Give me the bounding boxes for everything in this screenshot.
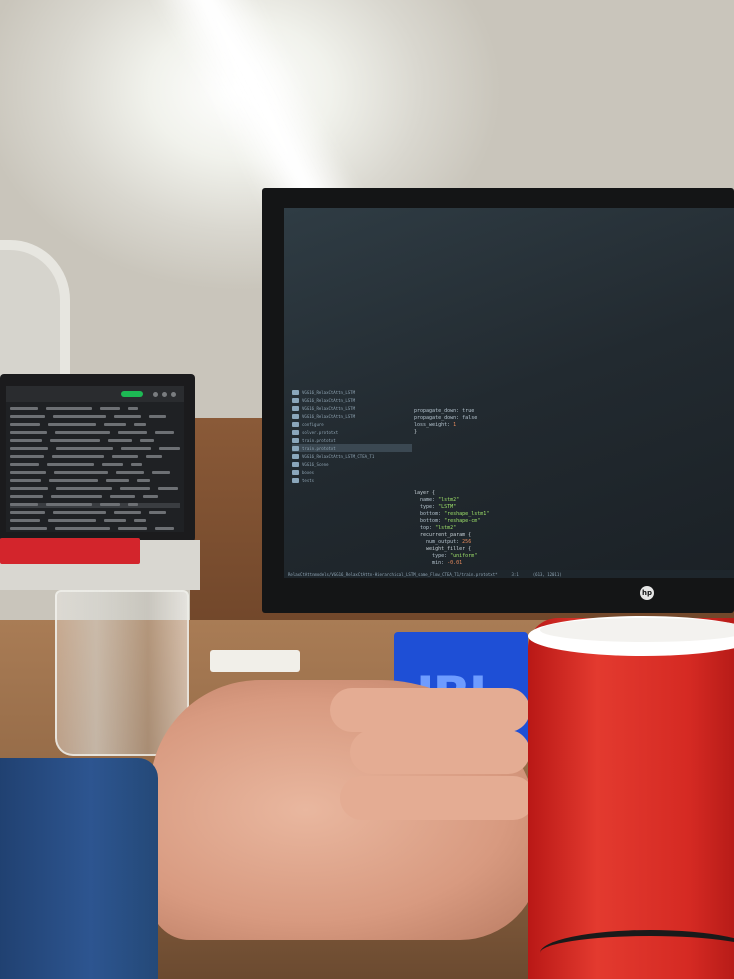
code-editor: VGG16_RelaxCtAttn_LSTM VGG16_RelaxCtAttn_… bbox=[284, 208, 734, 578]
playlist-row[interactable] bbox=[10, 431, 180, 436]
folder-icon bbox=[292, 429, 299, 435]
file-tree-item[interactable]: VGG16_RelaxCtAttn_LSTM bbox=[292, 404, 412, 412]
file-tree-item[interactable]: boxes bbox=[292, 468, 412, 476]
line-gutter bbox=[388, 358, 408, 364]
black-cable bbox=[540, 930, 734, 976]
file-tree-label: tests bbox=[302, 477, 315, 483]
folder-icon bbox=[292, 469, 299, 475]
playlist-row[interactable] bbox=[10, 447, 180, 452]
folder-icon bbox=[292, 389, 299, 395]
code-line: min: -0.01 bbox=[414, 560, 463, 566]
playlist-row[interactable] bbox=[10, 415, 180, 420]
file-tree-label: VGG16_RelaxCtAttn_LSTM_CTEA_T1 bbox=[302, 453, 375, 459]
folder-icon bbox=[292, 405, 299, 411]
laptop bbox=[0, 374, 195, 542]
status-path: RelaxCtAttnmodels/VGG16_RelaxCtAttn-Hier… bbox=[288, 571, 498, 577]
file-tree-item[interactable]: VGG16_RelaxCtAttn_LSTM bbox=[292, 388, 412, 396]
folder-icon bbox=[292, 397, 299, 403]
red-usb-hub bbox=[0, 538, 140, 564]
playlist-row[interactable] bbox=[10, 527, 180, 532]
playlist-row[interactable] bbox=[10, 455, 180, 460]
hp-logo: hp bbox=[640, 586, 654, 600]
code-line: layer { bbox=[414, 490, 436, 496]
desk-scene: VGG16_RelaxCtAttn_LSTM VGG16_RelaxCtAttn_… bbox=[0, 0, 734, 979]
file-tree-label: VGG16_Scene bbox=[302, 461, 329, 467]
file-tree-item[interactable]: VGG16_RelaxCtAttn_LSTM bbox=[292, 396, 412, 404]
playlist-row[interactable] bbox=[10, 503, 180, 508]
file-tree-label: boxes bbox=[302, 469, 315, 475]
file-tree-label: train.prototxt bbox=[302, 437, 336, 443]
monitor: VGG16_RelaxCtAttn_LSTM VGG16_RelaxCtAttn_… bbox=[262, 188, 734, 613]
playlist-row[interactable] bbox=[10, 479, 180, 484]
playlist-row[interactable] bbox=[10, 439, 180, 444]
playlist-row[interactable] bbox=[10, 407, 180, 412]
playlist-row[interactable] bbox=[10, 487, 180, 492]
blue-sleeve bbox=[0, 758, 158, 979]
finger bbox=[340, 776, 535, 820]
window-control-icon[interactable] bbox=[171, 391, 176, 397]
code-line: top: "lstm2" bbox=[414, 525, 457, 531]
code-line: bottom: "reshape-cm" bbox=[414, 518, 481, 524]
code-line: num_output: 256 bbox=[414, 539, 472, 545]
folder-icon bbox=[292, 421, 299, 427]
code-line: name: "lstm2" bbox=[414, 497, 460, 503]
folder-icon bbox=[292, 453, 299, 459]
file-tree-item[interactable]: VGG16_RelaxCtAttn_LSTM_CTEA_T1 bbox=[292, 452, 412, 460]
playlist-row[interactable] bbox=[10, 519, 180, 524]
status-bar: RelaxCtAttnmodels/VGG16_RelaxCtAttn-Hier… bbox=[284, 570, 734, 578]
play-button[interactable] bbox=[121, 391, 143, 397]
folder-icon bbox=[292, 413, 299, 419]
folder-icon bbox=[292, 437, 299, 443]
finger bbox=[350, 730, 530, 774]
code-line: type: "uniform" bbox=[414, 553, 478, 559]
file-tree-item[interactable]: tests bbox=[292, 476, 412, 484]
finger bbox=[330, 688, 530, 732]
file-tree-item[interactable]: VGG16_Scene bbox=[292, 460, 412, 468]
code-line: } bbox=[414, 429, 418, 435]
file-tree-item[interactable]: train.prototxt bbox=[292, 444, 412, 452]
status-size: (613, 12011) bbox=[532, 571, 562, 577]
status-position: 3:1 bbox=[511, 571, 519, 577]
window-control-icon[interactable] bbox=[162, 391, 167, 397]
file-tree: VGG16_RelaxCtAttn_LSTM VGG16_RelaxCtAttn_… bbox=[292, 388, 412, 568]
file-tree-item[interactable]: train.prototxt bbox=[292, 436, 412, 444]
laptop-screen bbox=[6, 386, 184, 532]
file-tree-label: VGG16_RelaxCtAttn_LSTM bbox=[302, 397, 355, 403]
playlist-row[interactable] bbox=[10, 463, 180, 468]
playlist-row[interactable] bbox=[10, 471, 180, 476]
white-power-strip bbox=[210, 650, 300, 672]
file-tree-label: solver.prototxt bbox=[302, 429, 339, 435]
file-tree-label: train.prototxt bbox=[302, 445, 336, 451]
code-line: recurrent_param { bbox=[414, 532, 472, 538]
file-tree-item[interactable]: solver.prototxt bbox=[292, 428, 412, 436]
code-line: loss_weight: 1 bbox=[414, 422, 457, 428]
window-control-icon[interactable] bbox=[153, 391, 158, 397]
code-line: weight_filler { bbox=[414, 546, 472, 552]
folder-icon bbox=[292, 445, 299, 451]
playlist bbox=[6, 402, 184, 532]
file-tree-item[interactable]: configure bbox=[292, 420, 412, 428]
file-tree-label: VGG16_RelaxCtAttn_LSTM bbox=[302, 405, 355, 411]
file-tree-item[interactable]: VGG16_RelaxCtAttn_LSTM bbox=[292, 412, 412, 420]
code-block-upper: propagate_down: true propagate_down: fals… bbox=[414, 408, 724, 436]
mug-inside bbox=[540, 618, 734, 642]
music-player-toolbar bbox=[6, 386, 184, 402]
folder-icon bbox=[292, 461, 299, 467]
playlist-row[interactable] bbox=[10, 511, 180, 516]
file-tree-label: VGG16_RelaxCtAttn_LSTM bbox=[302, 389, 355, 395]
file-tree-label: configure bbox=[302, 421, 324, 427]
red-mug bbox=[528, 618, 734, 979]
code-line: propagate_down: false bbox=[414, 415, 478, 421]
code-line: propagate_down: true bbox=[414, 408, 475, 414]
playlist-row[interactable] bbox=[10, 495, 180, 500]
file-tree-label: VGG16_RelaxCtAttn_LSTM bbox=[302, 413, 355, 419]
folder-icon bbox=[292, 477, 299, 483]
code-line: bottom: "reshape_lstm1" bbox=[414, 511, 490, 517]
playlist-row[interactable] bbox=[10, 423, 180, 428]
code-line: type: "LSTM" bbox=[414, 504, 457, 510]
code-block: layer { name: "lstm2" type: "LSTM" botto… bbox=[414, 490, 724, 567]
line-number bbox=[388, 358, 408, 364]
